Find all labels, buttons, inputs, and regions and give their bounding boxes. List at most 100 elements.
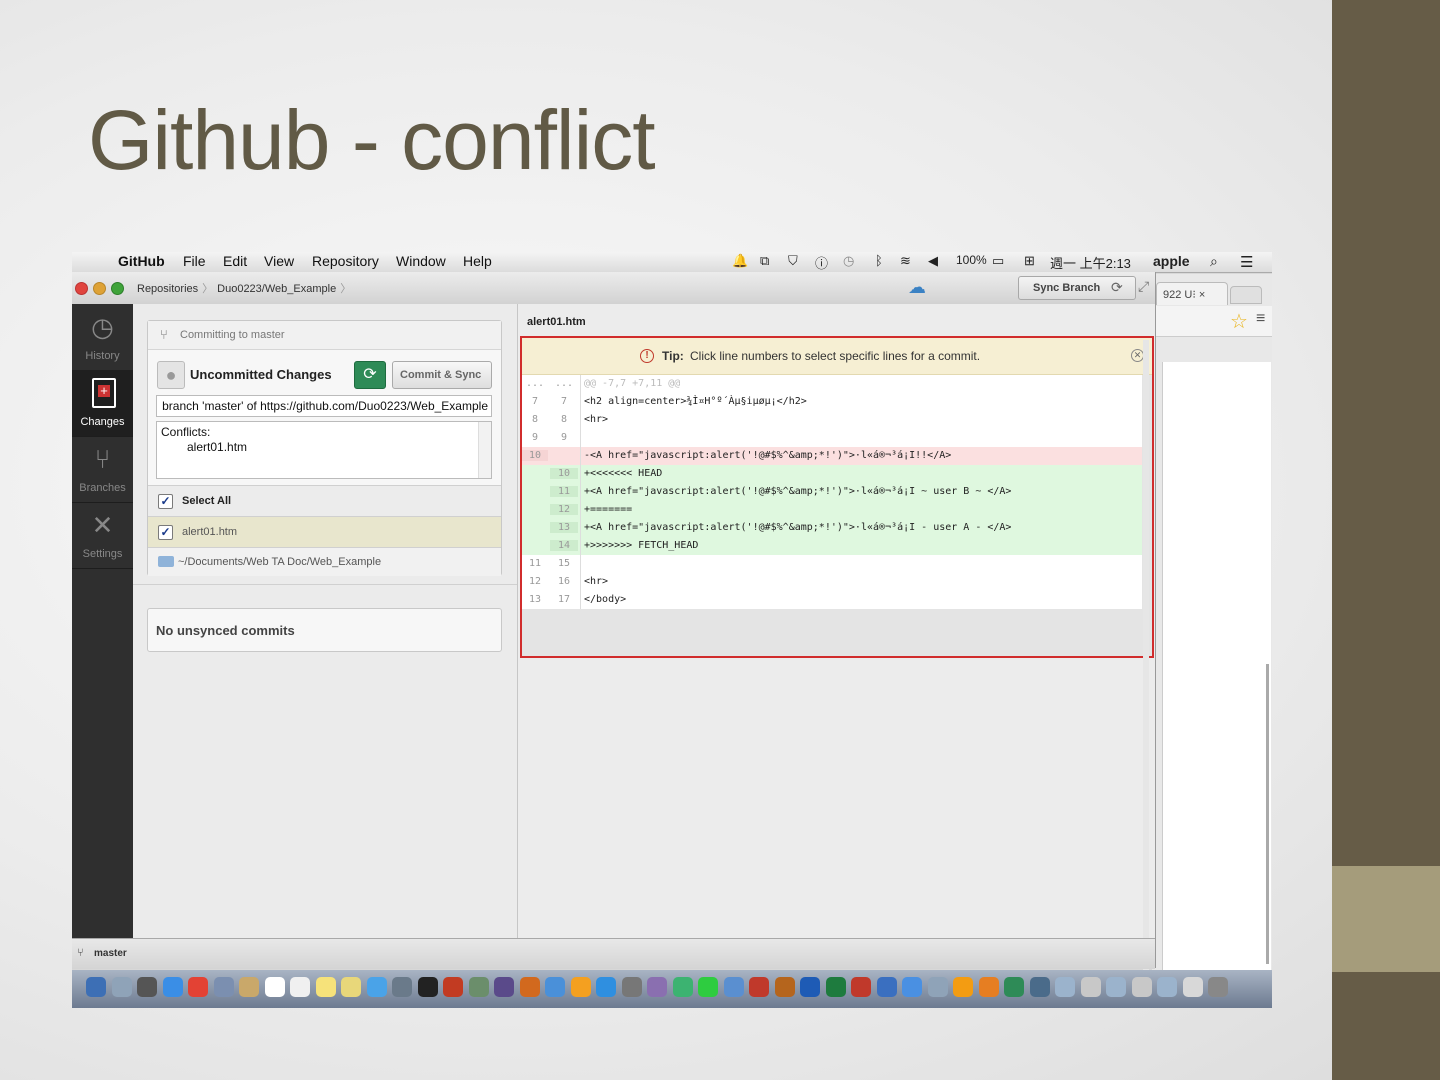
dock-app-icon[interactable]	[1055, 977, 1075, 997]
input-method-icon[interactable]: ⊞	[1024, 253, 1035, 269]
diff-scrollbar[interactable]	[1143, 340, 1149, 970]
dock-app-icon[interactable]	[162, 977, 183, 997]
sync-branch-button[interactable]: Sync Branch ⟳	[1018, 276, 1136, 300]
dock-app-icon[interactable]	[519, 977, 540, 997]
dock-app-icon[interactable]	[825, 977, 846, 997]
dock-app-icon[interactable]	[774, 977, 795, 997]
new-line-number[interactable]: 8	[550, 414, 578, 425]
dock-app-icon[interactable]	[86, 977, 106, 997]
dock-app-icon[interactable]	[978, 977, 999, 997]
dock-app-icon[interactable]	[1106, 977, 1126, 997]
nav-branches[interactable]: ⑂ Branches	[72, 436, 133, 503]
dock-app-icon[interactable]	[341, 977, 361, 997]
menu-file[interactable]: File	[183, 253, 206, 269]
new-line-number[interactable]: 13	[550, 522, 578, 533]
dock-app-icon[interactable]	[672, 977, 693, 997]
changed-file-row[interactable]: ✓ alert01.htm	[148, 516, 501, 547]
commit-sync-button[interactable]: Commit & Sync	[392, 361, 492, 389]
new-line-number[interactable]: 14	[550, 540, 578, 551]
dock-app-icon[interactable]	[417, 977, 438, 997]
old-line-number[interactable]: 7	[522, 396, 548, 407]
dock-app-icon[interactable]	[137, 977, 157, 997]
old-line-number[interactable]: 13	[522, 594, 548, 605]
diff-line[interactable]: 88 <hr>	[522, 411, 1142, 429]
old-line-number[interactable]: 9	[522, 432, 548, 443]
dock-app-icon[interactable]	[290, 977, 310, 997]
dock-app-icon[interactable]	[698, 977, 718, 997]
spotlight-icon[interactable]: ⌕	[1210, 253, 1218, 270]
old-line-number[interactable]: 11	[522, 558, 548, 569]
commit-summary-field[interactable]: branch 'master' of https://github.com/Du…	[156, 395, 492, 417]
diff-line[interactable]: 10 -<A href="javascript:alert('!@#$%^&amp…	[522, 447, 1142, 465]
dock-app-icon[interactable]	[902, 977, 922, 997]
nav-settings[interactable]: ✕ Settings	[72, 502, 133, 569]
sync-icon-button[interactable]: ⟳	[354, 361, 386, 389]
cloud-sync-icon[interactable]: ☁	[908, 277, 926, 298]
new-line-number[interactable]: 7	[550, 396, 578, 407]
new-tab-button[interactable]	[1230, 286, 1262, 304]
new-line-number[interactable]: 15	[550, 558, 578, 569]
menu-edit[interactable]: Edit	[223, 253, 247, 269]
breadcrumb-repositories[interactable]: Repositories	[137, 283, 198, 295]
dock-app-icon[interactable]	[647, 977, 667, 997]
notification-icon[interactable]: 🔔	[732, 253, 748, 269]
diff-line[interactable]: 11 15	[522, 555, 1142, 573]
dock-app-icon[interactable]	[851, 977, 871, 997]
dock-app-icon[interactable]	[1157, 977, 1177, 997]
browser-tab[interactable]: 922 U⁝ ×	[1156, 282, 1228, 305]
dock-app-icon[interactable]	[953, 977, 973, 997]
menu-window[interactable]: Window	[396, 253, 446, 269]
dropbox-icon[interactable]: ⧉	[760, 253, 769, 269]
user-name[interactable]: apple	[1153, 253, 1190, 269]
dock-app-icon[interactable]	[494, 977, 514, 997]
new-line-number[interactable]: 17	[550, 594, 578, 605]
breadcrumb-repo[interactable]: Duo0223/Web_Example	[217, 283, 336, 295]
diff-line[interactable]: 14 +>>>>>>> FETCH_HEAD	[522, 537, 1142, 555]
dock-app-icon[interactable]	[1131, 977, 1152, 997]
dock-app-icon[interactable]	[1029, 977, 1050, 997]
new-line-number[interactable]: ...	[550, 378, 578, 389]
menu-view[interactable]: View	[264, 253, 294, 269]
accessibility-icon[interactable]: ⓘ	[815, 253, 828, 272]
menu-repository[interactable]: Repository	[312, 253, 379, 269]
dock-app-icon[interactable]	[264, 977, 285, 997]
dock-app-icon[interactable]	[800, 977, 820, 997]
dock-app-icon[interactable]	[392, 977, 412, 997]
new-line-number[interactable]: 16	[550, 576, 578, 587]
commit-description-field[interactable]: Conflicts: alert01.htm	[156, 421, 492, 479]
repo-path-row[interactable]: ~/Documents/Web TA Doc/Web_Example	[148, 547, 501, 576]
file-checkbox[interactable]: ✓	[158, 525, 173, 540]
old-line-number[interactable]: 10	[522, 450, 548, 461]
close-window-button[interactable]	[75, 282, 88, 295]
dock-app-icon[interactable]	[1004, 977, 1024, 997]
bluetooth-icon[interactable]: ᛒ	[875, 253, 883, 268]
diff-line[interactable]: 12 +=======	[522, 501, 1142, 519]
dock-app-icon[interactable]	[596, 977, 616, 997]
new-line-number[interactable]: 11	[550, 486, 578, 497]
maximize-window-button[interactable]	[111, 282, 124, 295]
notification-center-icon[interactable]: ☰	[1240, 253, 1253, 271]
dock-app-icon[interactable]	[545, 977, 565, 997]
menu-help[interactable]: Help	[463, 253, 492, 269]
wifi-icon[interactable]: ≋	[900, 253, 911, 269]
dock-app-icon[interactable]	[1080, 977, 1101, 997]
new-line-number[interactable]: 9	[550, 432, 578, 443]
dock-app-icon[interactable]	[723, 977, 744, 997]
nav-history[interactable]: ◷ History	[72, 304, 133, 371]
dock-app-icon[interactable]	[1182, 977, 1203, 997]
new-line-number[interactable]: 12	[550, 504, 578, 515]
old-line-number[interactable]: 12	[522, 576, 548, 587]
time-machine-icon[interactable]: ◷	[843, 253, 854, 269]
diff-line[interactable]: 77 <h2 align=center>¾Ì¤H°º´Àµ§iµøµ¡</h2>	[522, 393, 1142, 411]
dock-app-icon[interactable]	[1208, 977, 1228, 997]
description-scrollbar[interactable]	[478, 422, 491, 478]
nav-changes[interactable]: + Changes	[72, 370, 133, 437]
dock-app-icon[interactable]	[239, 977, 259, 997]
diff-line[interactable]: 12 16 <hr>	[522, 573, 1142, 591]
star-icon[interactable]: ☆	[1230, 309, 1248, 334]
diff-line[interactable]: 13 +<A href="javascript:alert('!@#$%^&amp…	[522, 519, 1142, 537]
dock-app-icon[interactable]	[366, 977, 387, 997]
volume-icon[interactable]: ◀︎	[928, 253, 938, 269]
diff-line[interactable]: 13 17 </body>	[522, 591, 1142, 609]
diff-line[interactable]: ...... @@ -7,7 +7,11 @@	[522, 375, 1142, 393]
